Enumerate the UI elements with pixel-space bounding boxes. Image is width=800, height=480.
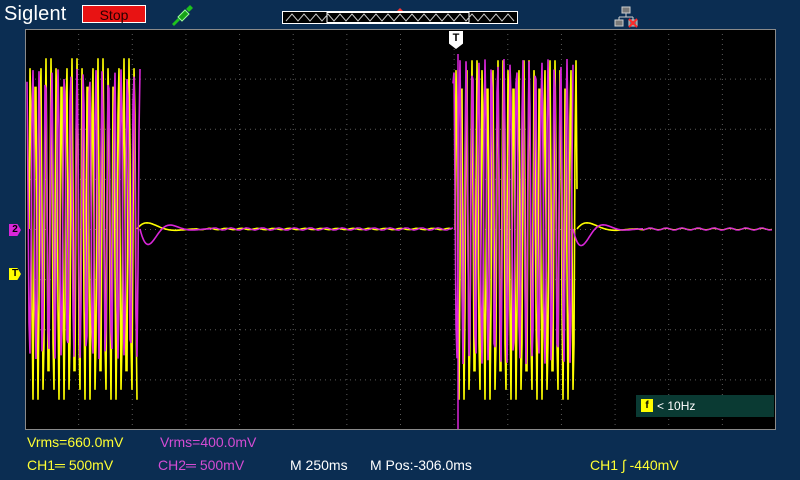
waveform-display[interactable] (25, 29, 776, 430)
ch2-scale[interactable]: CH2═ 500mV (158, 457, 244, 473)
brand-title: Siglent (4, 3, 67, 25)
ringdown-trace (572, 223, 643, 247)
memory-timeline (282, 8, 518, 24)
timebase[interactable]: M 250ms (290, 457, 348, 473)
ringdown-trace (576, 221, 638, 232)
memory-position[interactable]: M Pos:-306.0ms (370, 457, 472, 473)
probe-icon (172, 5, 193, 26)
run-stop-button[interactable]: Stop (82, 5, 146, 23)
ch1-scale[interactable]: CH1═ 500mV (27, 457, 113, 473)
ch2-level-marker[interactable]: 2 (9, 224, 21, 236)
ch2-vrms: Vrms=400.0mV (160, 434, 257, 450)
frequency-value: < 10Hz (657, 399, 696, 413)
trigger-setting[interactable]: CH1 ∫ -440mV (590, 457, 679, 473)
trigger-level-marker[interactable]: T (9, 268, 21, 280)
ringdown-trace (139, 224, 210, 246)
ch2-waveform (26, 54, 773, 429)
network-icon (614, 6, 638, 28)
frequency-icon: f (641, 399, 653, 412)
ch1-vrms: Vrms=660.0mV (27, 434, 124, 450)
frequency-readout: f < 10Hz (636, 395, 774, 417)
